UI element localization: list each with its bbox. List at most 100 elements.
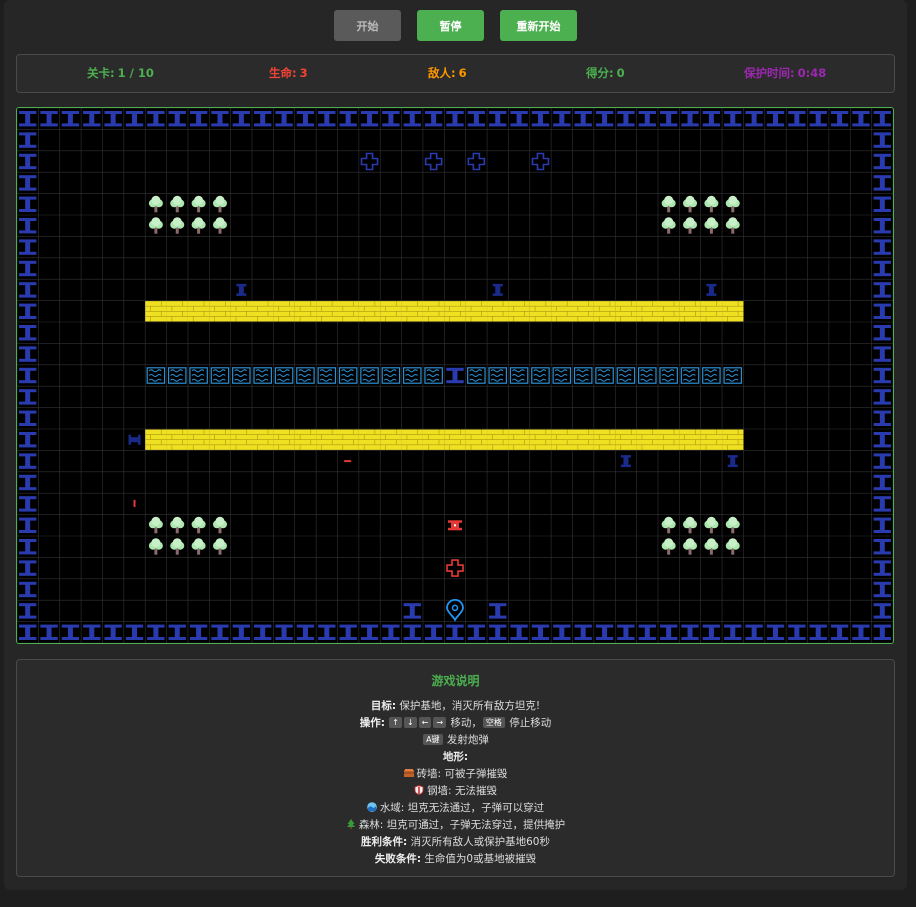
tree-tile: [191, 217, 206, 234]
control-bar: 开始 暂停 重新开始: [0, 10, 916, 42]
steel-wall: [403, 624, 421, 640]
steel-wall: [339, 111, 357, 127]
steel-wall: [232, 624, 251, 640]
tree-tile: [704, 217, 719, 234]
steel-wall: [830, 624, 849, 640]
steel-wall: [19, 496, 37, 512]
steel-wall: [745, 624, 763, 640]
steel-wall: [873, 282, 891, 298]
key-up: ↑: [389, 717, 402, 728]
tree-tile: [170, 516, 185, 534]
steel-wall: [873, 517, 891, 533]
goal-line: 目标: 保护基地，消灭所有敌方坦克!: [17, 698, 894, 713]
water-tile: [467, 367, 486, 384]
key-left: ←: [418, 717, 432, 728]
steel-wall: [19, 367, 37, 384]
game-board[interactable]: [16, 107, 894, 644]
steel-wall: [873, 453, 891, 469]
start-button[interactable]: 开始: [334, 10, 401, 41]
tree-tile: [683, 538, 698, 555]
steel-wall: [318, 111, 336, 127]
lose-line: 失败条件: 生命值为0或基地被摧毁: [17, 851, 894, 866]
score-stat: 得分: 0: [586, 55, 625, 92]
tree-tile: [725, 538, 740, 555]
tree-tile: [148, 516, 163, 534]
terrain-line: 地形:: [17, 749, 894, 764]
steel-wall: [19, 111, 37, 127]
fire-line: A键 发射炮弹: [17, 732, 894, 747]
steel-wall: [211, 111, 229, 127]
steel-wall: [766, 111, 785, 127]
water-tile: [317, 367, 337, 384]
steel-wall: [873, 432, 891, 448]
status-bar: 关卡: 1 / 10 生命: 3 敌人: 6 得分: 0 保护时间: 0:48: [16, 54, 895, 93]
steel-wall: [873, 132, 891, 148]
steel-wall: [873, 325, 891, 341]
steel-wall: [19, 560, 37, 576]
enemy-tank: [236, 283, 247, 296]
steel-wall: [873, 389, 891, 405]
steel-wall: [553, 624, 571, 640]
tree-tile: [704, 195, 719, 213]
water-tile: [680, 367, 700, 384]
key-right: →: [433, 717, 447, 728]
steel-wall: [147, 624, 165, 640]
steel-wall: [275, 624, 293, 640]
water-tile: [531, 367, 550, 384]
steel-wall: [19, 303, 37, 319]
water-tile: [702, 367, 721, 384]
water-tile: [659, 367, 678, 384]
player-spawn-marker: [446, 559, 464, 577]
tree-tile: [170, 217, 185, 234]
controls-line: 操作: ↑ ↓ ← → 移动， 空格 停止移动: [17, 715, 894, 730]
steel-wall: [19, 453, 37, 469]
steel-wall: [19, 325, 37, 341]
steel-wall: [189, 111, 208, 127]
tree-tile: [191, 538, 206, 555]
water-tile: [232, 367, 251, 384]
steel-wall: [574, 624, 592, 640]
steel-wall: [19, 410, 37, 426]
steel-wall: [531, 111, 550, 127]
steel-wall: [189, 624, 208, 640]
steel-wall: [19, 218, 37, 234]
steel-wall: [403, 111, 421, 127]
steel-wall: [360, 624, 379, 640]
pause-button[interactable]: 暂停: [417, 10, 484, 41]
lives-stat: 生命: 3: [269, 55, 308, 92]
water-tile: [552, 367, 572, 384]
wave-icon: [367, 802, 377, 812]
steel-wall: [510, 624, 528, 640]
water-tile: [488, 367, 508, 384]
instructions-title: 游戏说明: [431, 674, 480, 688]
steel-wall: [19, 539, 37, 555]
tree-tile: [170, 538, 185, 555]
steel-wall: [788, 111, 806, 127]
enemy-spawn-marker: [424, 152, 443, 171]
tree-icon: [346, 819, 355, 829]
water-line: 水域: 坦克无法通过，子弹可以穿过: [17, 800, 894, 815]
steel-wall: [489, 603, 507, 619]
level-stat: 关卡: 1 / 10: [87, 55, 154, 92]
water-tile: [616, 367, 636, 384]
forest-line: 森林: 坦克可通过，子弹无法穿过，提供掩护: [17, 817, 894, 832]
water-tile: [253, 367, 272, 384]
enemy-tank: [727, 455, 738, 468]
lose-label: 失败条件:: [374, 853, 422, 865]
lives-value: 3: [299, 66, 308, 80]
steel-wall: [19, 239, 37, 255]
steel-wall: [83, 111, 101, 127]
steel-wall: [19, 153, 37, 170]
tree-tile: [148, 195, 163, 213]
water-tile: [146, 367, 166, 384]
steel-wall: [873, 111, 891, 127]
steel-wall: [168, 111, 186, 127]
goal-label: 目标:: [370, 700, 397, 712]
water-tile: [509, 367, 529, 384]
steel-wall: [83, 624, 101, 640]
steel-wall: [873, 153, 891, 170]
enemy-tank: [620, 455, 631, 468]
restart-button[interactable]: 重新开始: [500, 10, 577, 41]
game-canvas[interactable]: [17, 108, 893, 643]
base-icon: [446, 599, 464, 622]
